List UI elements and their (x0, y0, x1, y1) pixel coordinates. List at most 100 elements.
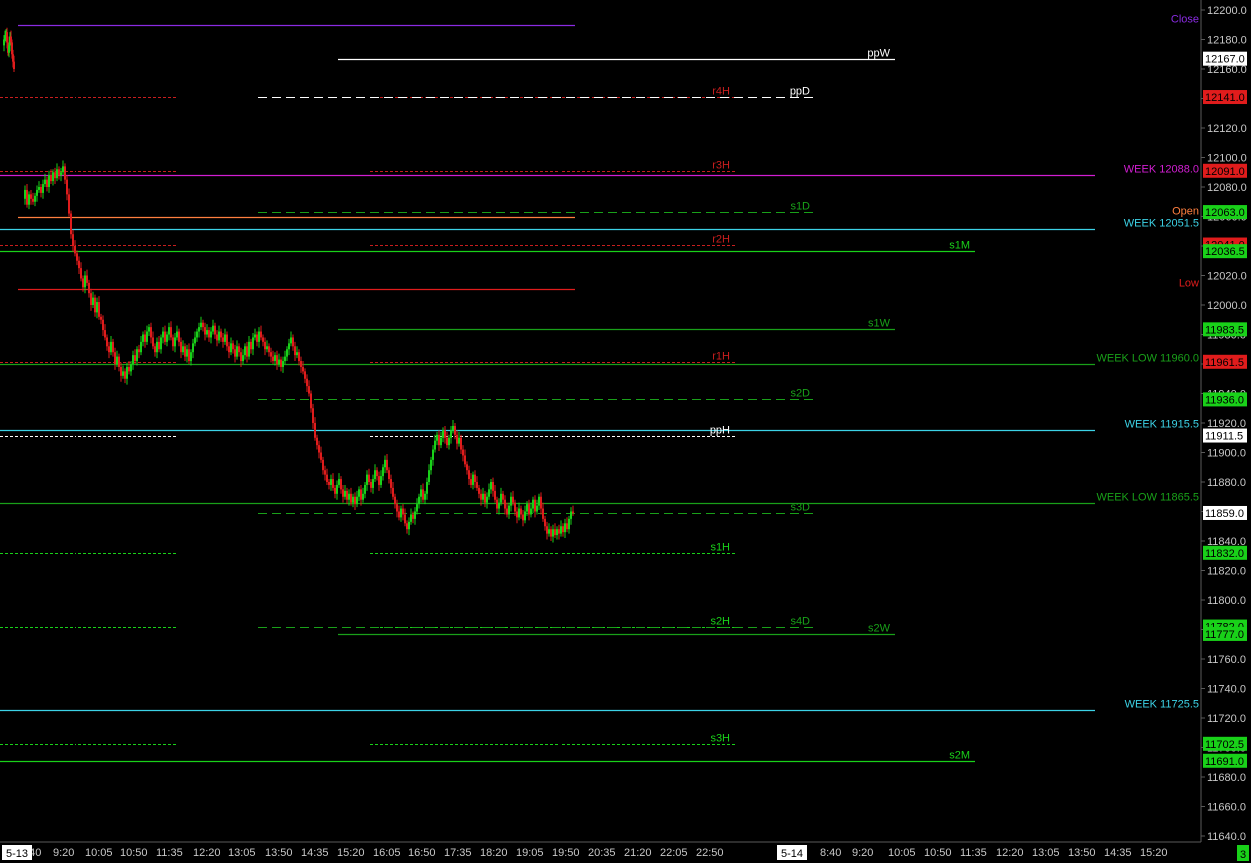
candle-body (486, 496, 488, 503)
candle-body (146, 331, 148, 342)
candle-body (284, 356, 286, 362)
candle-body (36, 189, 38, 196)
candle-body (490, 482, 492, 490)
candle-body (160, 337, 162, 350)
candle-body (258, 331, 260, 342)
x-tick-label: 13:50 (265, 847, 293, 859)
candle-body (310, 393, 312, 409)
y-tick-label: 12100.0 (1207, 153, 1247, 165)
x-tick-label: 19:05 (516, 847, 544, 859)
candle-body (294, 346, 296, 356)
candle-body (156, 341, 158, 353)
level-label: WEEK 12051.5 (1124, 218, 1199, 230)
candle-body (200, 322, 202, 328)
y-tick-label: 11740.0 (1207, 684, 1246, 696)
candle-body (338, 479, 340, 485)
level-label: WEEK 11915.5 (1125, 419, 1199, 431)
candle-body (272, 356, 274, 362)
candle-body (502, 493, 504, 500)
price-chart[interactable]: CloseppWr4H ppDr3H WEEK 12088.0s1D OpenWEEK… (0, 0, 1251, 863)
price-badge-label: 11961.5 (1205, 357, 1244, 369)
y-axis: 12200.012180.012160.012140.012120.012100… (1201, 5, 1247, 843)
candle-body (372, 479, 374, 488)
y-tick-label: 12160.0 (1207, 64, 1247, 76)
candle-body (208, 330, 210, 338)
candle-body (386, 459, 388, 471)
candle-body (500, 493, 502, 503)
candle-body (76, 253, 78, 261)
candle-body (302, 366, 304, 372)
tab-indicator[interactable]: 3 (1237, 845, 1249, 861)
y-tick-label: 12000.0 (1207, 300, 1247, 312)
candle-body (206, 330, 208, 335)
candle-body (446, 437, 448, 446)
candle-body (374, 470, 376, 480)
level-label: s3H (710, 733, 730, 745)
candle-body (296, 352, 298, 356)
candle-body (558, 529, 560, 534)
candle-body (426, 482, 428, 494)
candle-body (540, 496, 542, 509)
y-tick-label: 11720.0 (1207, 713, 1246, 725)
candle-body (242, 355, 244, 362)
candle-body (276, 355, 278, 364)
candle-body (218, 331, 220, 341)
candle-body (268, 346, 270, 353)
candle-body (428, 470, 430, 482)
candle-body (188, 349, 190, 362)
candle-body (570, 511, 572, 519)
candle-body (114, 352, 116, 364)
x-tick-label: 13:05 (228, 847, 256, 859)
price-badge: 11911.5 (1203, 428, 1247, 443)
session-marker: 5-13 (2, 845, 32, 860)
candle-body (402, 508, 404, 515)
price-badge-label: 11859.0 (1205, 508, 1244, 520)
candle-body (112, 341, 114, 353)
candle-body (186, 349, 188, 357)
candle-body (234, 349, 236, 357)
price-badge: 11961.5 (1203, 354, 1247, 369)
x-tick-label: 12:20 (193, 847, 221, 859)
candle-body (564, 523, 566, 533)
candle-body (438, 434, 440, 446)
candle-body (512, 496, 514, 503)
level-label: r4H (712, 86, 730, 98)
candle-body (480, 493, 482, 500)
session-marker: 5-14 (777, 845, 807, 860)
candle-body (48, 175, 50, 187)
candle-body (314, 423, 316, 438)
candle-body (554, 529, 556, 536)
candle-body (198, 327, 200, 332)
x-tick-label: 17:35 (444, 847, 472, 859)
x-tick-label: 8:40 (820, 847, 841, 859)
candle-body (504, 499, 506, 509)
candle-body (196, 331, 198, 338)
candle-body (518, 508, 520, 518)
candle-body (52, 172, 54, 182)
candle-body (368, 474, 370, 482)
candle-body (456, 434, 458, 444)
y-tick-label: 12180.0 (1207, 35, 1247, 47)
x-tick-label: 10:50 (924, 847, 952, 859)
candle-body (64, 166, 66, 180)
candle-body (116, 356, 118, 364)
candle-body (356, 496, 358, 505)
price-badge: 11702.5 (1203, 736, 1247, 751)
x-tick-label: 10:50 (120, 847, 148, 859)
candle-body (166, 334, 168, 342)
price-badge-label: 11936.0 (1205, 394, 1244, 406)
candle-body (382, 467, 384, 477)
candle-body (240, 352, 242, 362)
candle-body (322, 459, 324, 471)
candle-body (172, 337, 174, 347)
price-badge-label: 12167.0 (1205, 54, 1245, 66)
candle-body (406, 523, 408, 530)
candle-body (204, 327, 206, 335)
candle-body (538, 496, 540, 506)
candle-body (118, 356, 120, 367)
candle-body (380, 476, 382, 485)
candle-body (476, 482, 478, 488)
candle-body (522, 514, 524, 521)
x-tick-label: 11:35 (960, 847, 987, 859)
price-badge: 12036.5 (1203, 244, 1247, 259)
